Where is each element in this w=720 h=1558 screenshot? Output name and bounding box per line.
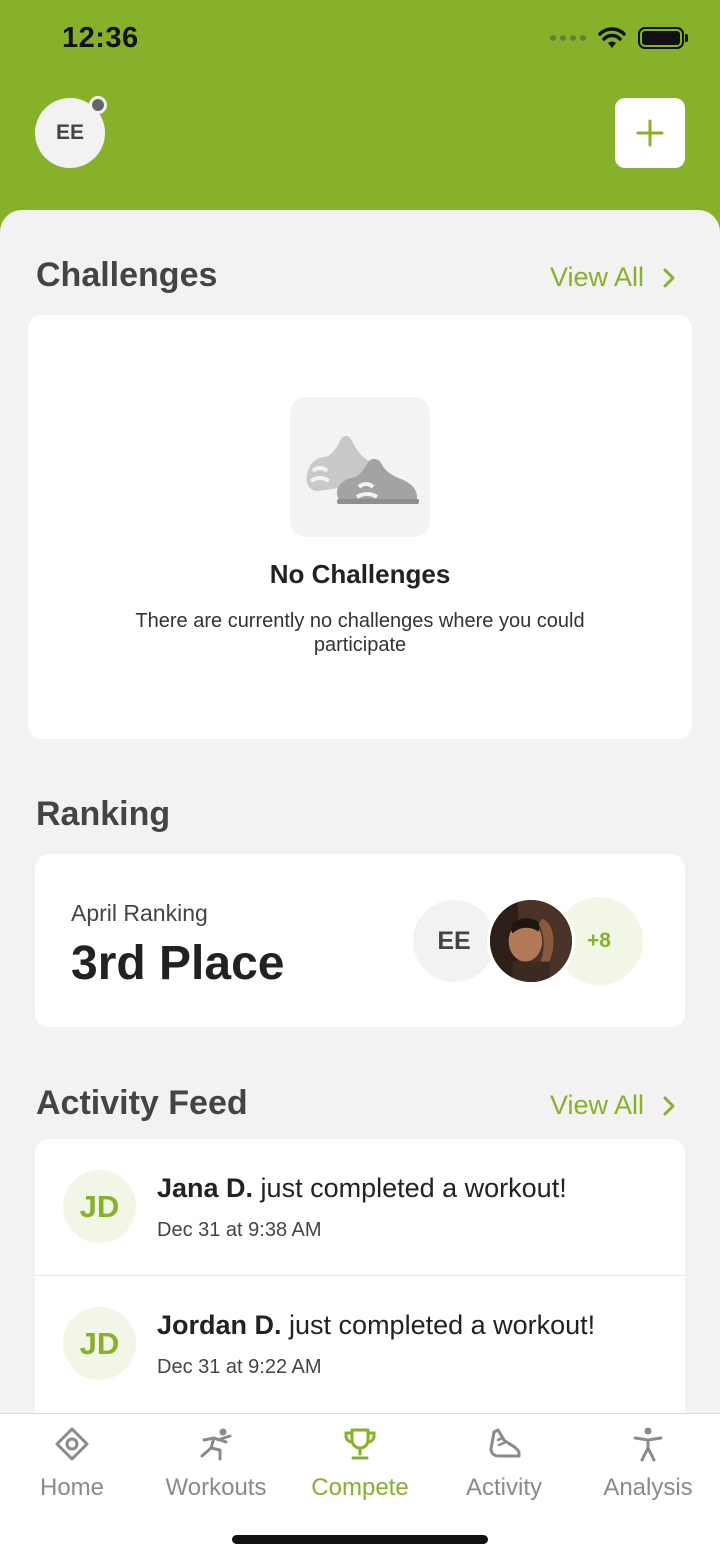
profile-avatar[interactable]: EE: [35, 96, 107, 168]
activity-feed-title: Activity Feed: [36, 1084, 248, 1122]
tab-analysis-label: Analysis: [603, 1474, 693, 1501]
tab-workouts[interactable]: Workouts: [144, 1414, 288, 1514]
plus-icon: [636, 119, 664, 147]
person-icon: [633, 1427, 663, 1462]
challenges-view-all-button[interactable]: View All: [550, 262, 676, 293]
shoe-icon: [489, 1428, 521, 1458]
tab-activity[interactable]: Activity: [432, 1414, 576, 1514]
challenges-empty-card: No Challenges There are currently no cha…: [28, 315, 692, 739]
feed-message: Jana D. just completed a workout!: [157, 1173, 567, 1204]
status-icons: [550, 26, 688, 50]
view-all-label: View All: [549, 1090, 644, 1120]
activity-view-all-button[interactable]: View All: [550, 1090, 676, 1121]
ranking-label: April Ranking: [71, 900, 208, 926]
view-all-label: View All: [549, 262, 644, 292]
chevron-right-icon: [663, 1096, 675, 1115]
feed-avatar: JD: [63, 1307, 136, 1380]
home-indicator[interactable]: [232, 1535, 488, 1544]
more-count: +8: [587, 929, 611, 952]
tab-compete-label: Compete: [311, 1474, 409, 1501]
status-time: 12:36: [62, 22, 139, 54]
ranking-value: 3rd Place: [71, 937, 285, 990]
wifi-icon: [598, 27, 626, 48]
feed-user-name: Jana D.: [157, 1173, 254, 1203]
feed-avatar: JD: [63, 1170, 136, 1243]
home-icon: [55, 1427, 89, 1461]
empty-description: There are currently no challenges where …: [135, 610, 585, 656]
participant-initials: EE: [437, 926, 471, 955]
trophy-icon: [344, 1428, 376, 1460]
feed-timestamp: Dec 31 at 9:22 AM: [157, 1356, 322, 1378]
notification-dot: [89, 96, 107, 114]
battery-icon: [638, 27, 688, 49]
header-bar: 12:36 EE: [0, 0, 720, 240]
add-button[interactable]: [615, 98, 685, 168]
activity-feed-list: JD Jana D. just completed a workout! Dec…: [35, 1139, 685, 1429]
feed-item[interactable]: JD Jordan D. just completed a workout! D…: [35, 1275, 685, 1411]
chevron-right-icon: [663, 268, 675, 287]
workouts-icon: [200, 1428, 232, 1461]
profile-initials: EE: [55, 121, 84, 144]
shoes-illustration: [290, 397, 430, 537]
feed-item[interactable]: JD Jana D. just completed a workout! Dec…: [35, 1139, 685, 1275]
feed-message: Jordan D. just completed a workout!: [157, 1310, 595, 1341]
feed-action: just completed a workout!: [281, 1310, 596, 1340]
challenges-title: Challenges: [36, 256, 218, 294]
feed-timestamp: Dec 31 at 9:38 AM: [157, 1219, 322, 1241]
tab-analysis[interactable]: Analysis: [576, 1414, 720, 1514]
signal-icon: [550, 35, 586, 41]
participant-avatar-ee: EE: [410, 897, 498, 985]
participant-photo-avatar: [487, 897, 575, 985]
tab-compete[interactable]: Compete: [288, 1414, 432, 1514]
tab-workouts-label: Workouts: [165, 1474, 267, 1501]
ranking-title: Ranking: [36, 795, 171, 833]
person-photo: [490, 900, 572, 982]
feed-action: just completed a workout!: [253, 1173, 567, 1203]
tab-home[interactable]: Home: [0, 1414, 144, 1514]
shoes-icon: [306, 436, 419, 504]
tab-activity-label: Activity: [465, 1474, 542, 1501]
tab-home-label: Home: [39, 1474, 105, 1501]
feed-user-name: Jordan D.: [157, 1310, 282, 1340]
ranking-card[interactable]: April Ranking 3rd Place +8 EE: [35, 854, 685, 1027]
empty-title: No Challenges: [269, 559, 451, 589]
